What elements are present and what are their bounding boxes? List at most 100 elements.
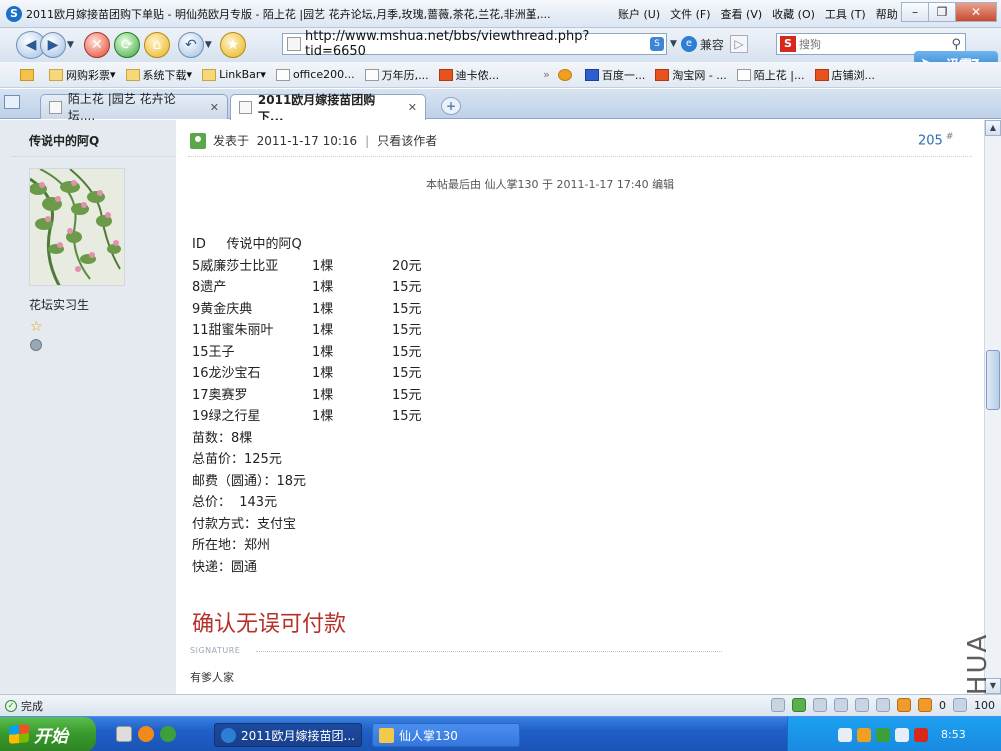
post: 发表于 2011-1-17 10:16 | 只看该作者 205 # 本帖最后由 仙… (176, 120, 984, 694)
search-icon[interactable]: ⚲ (951, 37, 961, 52)
chevron-down-icon[interactable]: ▾ (260, 68, 266, 81)
favorite-label: 淘宝网 - ... (672, 68, 727, 82)
taskbar-item-browser[interactable]: 2011欧月嫁接苗团... (214, 723, 362, 747)
order-item-row: 9黄金庆典 1棵 15元 (192, 299, 422, 321)
favorite-item[interactable]: 陌上花 |... (736, 67, 805, 83)
tray-icon[interactable] (857, 727, 871, 742)
tab-close-icon[interactable]: ✕ (210, 101, 219, 114)
status-icons: 0 100 (771, 698, 995, 712)
download-icon[interactable] (792, 698, 806, 712)
tray-icon[interactable] (895, 727, 909, 742)
order-item-name: 11甜蜜朱丽叶 (192, 323, 274, 338)
favorite-star-button[interactable]: ★ (219, 32, 246, 58)
header-separator: | (365, 133, 370, 148)
floor-mark: # (945, 132, 954, 142)
maximize-button[interactable]: ❐ (928, 2, 956, 22)
clock[interactable]: 8:53 (941, 728, 966, 741)
summary-line: 总苗价：125元 (192, 452, 282, 467)
window-layout-icon[interactable] (876, 698, 890, 712)
taobao-icon (814, 68, 829, 81)
favorite-item[interactable]: 万年历,... (364, 67, 429, 83)
tab-group-buy[interactable]: 2011欧月嫁接苗团购下... ✕ (230, 93, 426, 124)
favorites-menu-button[interactable] (20, 68, 37, 81)
favorites-coin-button[interactable] (557, 68, 575, 81)
order-item-name: 15王子 (192, 344, 235, 360)
more-favorites-icon[interactable]: » (543, 68, 550, 81)
tray-icon[interactable] (876, 727, 890, 742)
chevron-down-icon[interactable]: ▾ (187, 68, 193, 81)
forward-button[interactable]: ▶ (40, 32, 66, 58)
scroll-up-icon[interactable]: ▲ (985, 120, 1001, 136)
order-item-qty: 1棵 (312, 409, 334, 424)
accelerator-icon[interactable] (897, 698, 911, 712)
favorite-item[interactable]: 百度一... (584, 67, 645, 83)
menu-item[interactable]: 文件 (F) (670, 6, 710, 22)
tab-close-icon[interactable]: ✕ (408, 101, 417, 114)
menu-item[interactable]: 工具 (T) (825, 6, 866, 22)
minimize-button[interactable]: – (901, 2, 929, 22)
qq-icon[interactable] (160, 726, 176, 742)
refresh-button[interactable]: ⟳ (113, 32, 140, 58)
avatar[interactable] (29, 168, 125, 286)
order-item-price: 15元 (392, 366, 422, 381)
stop-button[interactable]: ✕ (83, 32, 110, 58)
floor-number[interactable]: 205 # (918, 132, 953, 148)
favorite-label: 迪卡侬... (455, 68, 500, 82)
zoom-level[interactable]: 100 (974, 699, 995, 712)
favorite-item[interactable]: office200... (275, 68, 355, 81)
favorite-item[interactable]: 系统下载 ▾ (125, 67, 193, 83)
menu-item[interactable]: 账户 (U) (618, 6, 660, 22)
compat-mode-toggle[interactable]: ▼ e 兼容 ▷ (670, 33, 748, 55)
menu-item[interactable]: 查看 (V) (721, 6, 763, 22)
taskbar-item-folder[interactable]: 仙人掌130 (372, 723, 520, 747)
home-button[interactable]: ⌂ (143, 32, 170, 58)
screenshot-icon[interactable] (834, 698, 848, 712)
divider (188, 156, 972, 157)
favorite-label: 陌上花 |... (753, 68, 805, 82)
undo-close-tab-button[interactable]: ↶ (177, 32, 204, 58)
favorite-item[interactable]: 淘宝网 - ... (655, 67, 727, 83)
medal-icon (30, 339, 42, 351)
menu-item[interactable]: 收藏 (O) (772, 6, 815, 22)
security-shield-icon[interactable]: S (650, 37, 664, 51)
tab-list-icon[interactable] (4, 95, 20, 109)
signature-label: SIGNATURE (190, 646, 241, 655)
search-input[interactable] (799, 37, 939, 51)
chevron-down-icon[interactable]: ▾ (110, 68, 116, 81)
scrollbar-thumb[interactable] (986, 350, 1000, 410)
shield-count-icon[interactable] (918, 698, 932, 712)
favorite-item[interactable]: 迪卡侬... (438, 67, 500, 83)
divider (12, 156, 176, 157)
tab-moshanghua[interactable]: 陌上花 |园艺 花卉论坛,... ✕ (40, 92, 228, 123)
status-text: 完成 (21, 699, 43, 713)
accessibility-icon[interactable] (771, 698, 785, 712)
window-title: 2011欧月嫁接苗团购下单贴 - 明仙苑欧月专版 - 陌上花 |园艺 花卉论坛,… (26, 7, 551, 21)
vertical-scrollbar[interactable]: ▲ ▼ (984, 120, 1001, 694)
sound-icon[interactable] (855, 698, 869, 712)
summary-line: 邮费（圆通）：18元 (192, 473, 307, 489)
address-dropdown-icon[interactable]: ▼ (670, 39, 677, 49)
close-window-button[interactable]: ✕ (955, 2, 997, 22)
confirm-payment-text: 确认无误可付款 (192, 612, 347, 637)
zoom-icon[interactable] (953, 698, 967, 712)
sogou-search-icon[interactable]: S (780, 36, 796, 52)
start-button[interactable]: 开始 (0, 717, 96, 751)
favorite-item[interactable]: LinkBar ▾ (202, 68, 266, 81)
show-desktop-icon[interactable] (116, 726, 132, 742)
only-author-link[interactable]: 只看该作者 (377, 132, 437, 149)
address-bar[interactable]: http://www.mshua.net/bbs/viewthread.php?… (282, 29, 667, 59)
tray-icon[interactable] (838, 727, 852, 742)
favorite-item[interactable]: 网购彩票 ▾ (49, 67, 116, 83)
favorite-item[interactable]: 店铺浏... (814, 67, 875, 83)
history-dropdown-icon[interactable]: ▼ (67, 40, 74, 50)
new-tab-button[interactable]: + (441, 97, 461, 115)
address-url[interactable]: http://www.mshua.net/bbs/viewthread.php?… (305, 29, 650, 59)
author-name[interactable]: 传说中的阿Q (29, 132, 99, 149)
go-button[interactable]: ▷ (729, 35, 748, 53)
mouse-gesture-icon[interactable] (813, 698, 827, 712)
summary-line: 快递：圆通 (192, 559, 258, 575)
tray-icon[interactable] (914, 727, 928, 742)
undo-dropdown-icon[interactable]: ▼ (205, 40, 212, 50)
firefox-icon[interactable] (138, 726, 154, 742)
order-item-price: 15元 (392, 301, 422, 317)
